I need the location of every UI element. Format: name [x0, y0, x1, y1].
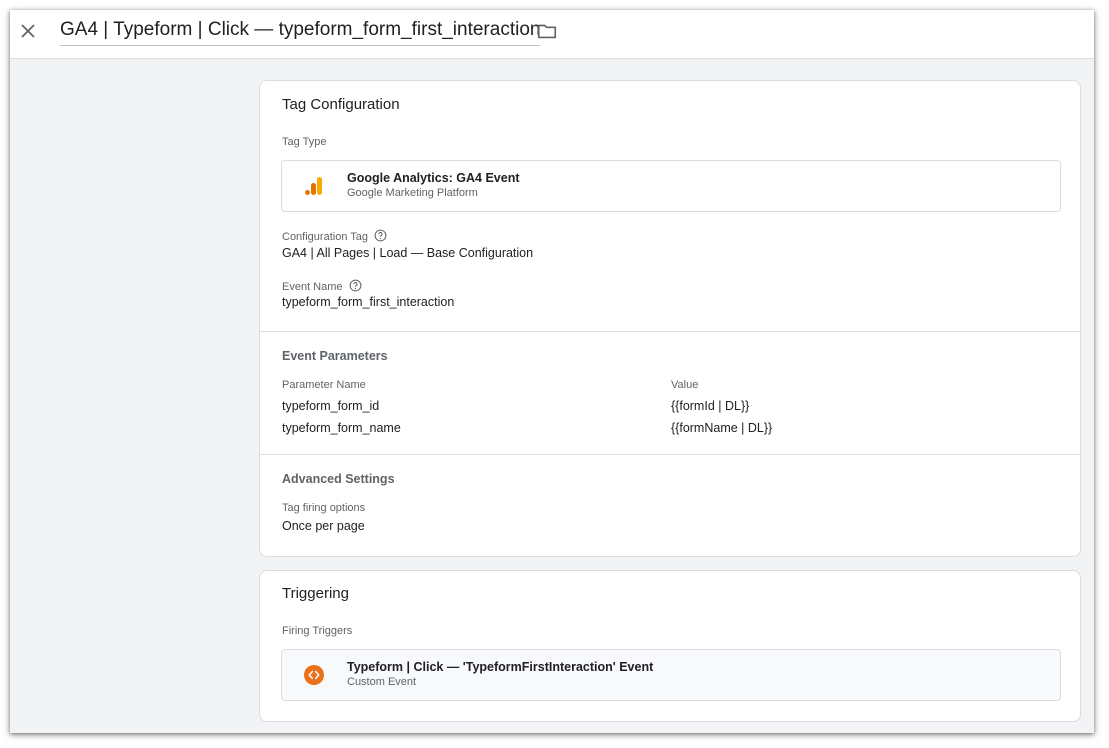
configuration-tag-label: Configuration Tag — [282, 229, 387, 243]
parameter-name-cell: typeform_form_id — [282, 399, 380, 413]
firing-triggers-label: Firing Triggers — [282, 625, 353, 637]
advanced-settings-title: Advanced Settings — [282, 472, 395, 486]
firing-trigger-item[interactable]: Typeform | Click — 'TypeformFirstInterac… — [281, 649, 1061, 701]
parameter-value-header: Value — [671, 379, 699, 391]
custom-event-icon — [304, 665, 324, 685]
trigger-type: Custom Event — [347, 676, 417, 688]
tag-name-input[interactable]: GA4 | Typeform | Click — typeform_form_f… — [60, 18, 541, 46]
folder-icon — [537, 24, 557, 39]
close-button[interactable] — [16, 19, 40, 43]
help-icon[interactable] — [374, 229, 387, 242]
parameter-name-header: Parameter Name — [282, 379, 366, 391]
editor-header: GA4 | Typeform | Click — typeform_form_f… — [10, 10, 1094, 59]
event-name-label-text: Event Name — [282, 281, 343, 293]
tag-configuration-title: Tag Configuration — [282, 96, 400, 113]
event-name-value: typeform_form_first_interaction — [282, 295, 455, 309]
parameter-name-cell: typeform_form_name — [282, 421, 401, 435]
tag-configuration-card[interactable]: Tag Configuration Tag Type Google Analyt… — [259, 80, 1081, 557]
section-divider — [260, 331, 1080, 332]
tag-firing-options-value: Once per page — [282, 519, 365, 533]
tag-type-platform: Google Marketing Platform — [347, 187, 478, 199]
parameter-value-cell: {{formName | DL}} — [671, 421, 773, 435]
folder-button[interactable] — [536, 20, 558, 42]
google-analytics-icon — [305, 177, 322, 195]
tag-type-label: Tag Type — [282, 136, 327, 148]
tag-editor-window: GA4 | Typeform | Click — typeform_form_f… — [10, 10, 1094, 733]
event-name-label: Event Name — [282, 279, 362, 293]
configuration-tag-label-text: Configuration Tag — [282, 231, 369, 243]
close-icon — [21, 24, 35, 38]
parameter-value-cell: {{formId | DL}} — [671, 399, 750, 413]
tag-firing-options-label: Tag firing options — [282, 502, 366, 514]
configuration-tag-value: GA4 | All Pages | Load — Base Configurat… — [282, 246, 534, 260]
triggering-card[interactable]: Triggering Firing Triggers Typeform | Cl… — [259, 570, 1081, 722]
tag-type-selector[interactable]: Google Analytics: GA4 Event Google Marke… — [281, 160, 1061, 212]
section-divider — [260, 454, 1080, 455]
help-icon[interactable] — [349, 279, 362, 292]
trigger-name: Typeform | Click — 'TypeformFirstInterac… — [347, 660, 654, 674]
tag-type-name: Google Analytics: GA4 Event — [347, 171, 520, 185]
triggering-title: Triggering — [282, 585, 349, 602]
event-parameters-title: Event Parameters — [282, 349, 388, 363]
